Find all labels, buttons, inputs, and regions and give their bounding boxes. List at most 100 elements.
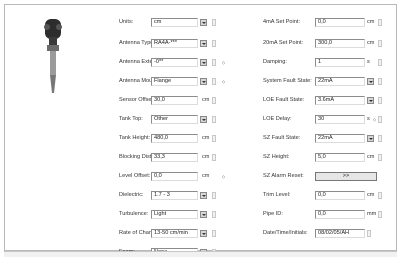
sz-fault-state-select[interactable]: 22mA: [315, 134, 365, 143]
unit-label: cm: [202, 135, 210, 141]
chevron-down-icon[interactable]: [200, 192, 207, 199]
unit-label: cm: [367, 40, 375, 46]
rate-of-change-select[interactable]: 13-50 cm/min: [151, 229, 198, 238]
sz-height-input[interactable]: 5,0: [315, 153, 365, 162]
tank-top-label: Tank Top:: [119, 116, 143, 122]
sensor-offset-spin: [212, 97, 216, 104]
loe-fault-state-label: LOE Fault State:: [263, 97, 305, 103]
unit-label: cm: [202, 173, 210, 179]
chevron-down-icon[interactable]: [200, 211, 207, 218]
date-time-initials-label: Date/Time/Initials:: [263, 230, 308, 236]
damping-row: Damping: 1 s: [263, 58, 388, 67]
tank-top-select[interactable]: Other: [151, 115, 198, 124]
rate-of-change-row: Rate of Change: 13-50 cm/min: [119, 229, 239, 238]
turbulence-label: Turbulence:: [119, 211, 149, 217]
trim-level-input[interactable]: 0,0: [315, 191, 365, 200]
unit-label: cm: [202, 154, 210, 160]
unit-label: cm: [367, 19, 375, 25]
chevron-down-icon[interactable]: [367, 97, 374, 104]
antenna-type-label: Antenna Type:: [119, 40, 155, 46]
loe-fault-state-row: LOE Fault State: 3.6mA: [263, 96, 388, 105]
pipe-id-input[interactable]: 0,0: [315, 210, 365, 219]
unit-label: cm: [202, 97, 210, 103]
loe-delay-spin: [378, 116, 382, 123]
config-panel: Units: cm Antenna Type: RA4A-*** Antenna…: [4, 4, 397, 257]
set-point-20ma-input[interactable]: 300,0: [315, 39, 365, 48]
turbulence-row: Turbulence: Light: [119, 210, 239, 219]
unit-label: s: [367, 116, 370, 122]
arrow-icon: ◇: [373, 117, 377, 122]
sensor-offset-row: Sensor Offset: 30,0 cm: [119, 96, 239, 105]
sz-alarm-reset-row: SZ Alarm Reset: >>: [263, 172, 388, 181]
arrow-icon: ◇: [222, 174, 226, 179]
date-time-initials-row: Date/Time/Initials: 08/02/05/AH: [263, 229, 388, 238]
unit-label: cm: [367, 192, 375, 198]
level-offset-label: Level Offset:: [119, 173, 151, 179]
set-point-4ma-label: 4mA Set Point:: [263, 19, 301, 25]
arrow-icon: ◇: [222, 79, 226, 84]
chevron-down-icon[interactable]: [367, 78, 374, 85]
chevron-down-icon[interactable]: [367, 135, 374, 142]
antenna-type-select[interactable]: RA4A-***: [151, 39, 198, 48]
units-spin: [212, 19, 216, 26]
blocking-distance-spin: [212, 154, 216, 161]
set-point-4ma-input[interactable]: 0,0: [315, 18, 365, 27]
antenna-mount-select[interactable]: Flange: [151, 77, 198, 86]
damping-label: Damping:: [263, 59, 287, 65]
pipe-id-label: Pipe ID:: [263, 211, 283, 217]
set-point-4ma-spin: [378, 19, 382, 26]
damping-input[interactable]: 1: [315, 58, 365, 67]
unit-label: cm: [367, 154, 375, 160]
tank-top-row: Tank Top: Other: [119, 115, 239, 124]
loe-fault-state-select[interactable]: 3.6mA: [315, 96, 365, 105]
sensor-offset-label: Sensor Offset:: [119, 97, 155, 103]
loe-delay-row: LOE Delay: 30 s ◇: [263, 115, 388, 124]
damping-spin: [378, 59, 382, 66]
antenna-type-spin: [212, 40, 216, 47]
system-fault-state-select[interactable]: 22mA: [315, 77, 365, 86]
turbulence-select[interactable]: Light: [151, 210, 198, 219]
chevron-down-icon[interactable]: [200, 78, 207, 85]
antenna-mount-row: Antenna Mount: Flange ◇: [119, 77, 239, 86]
set-point-20ma-row: 20mA Set Point: 300,0 cm: [263, 39, 388, 48]
rate-of-change-spin: [212, 230, 216, 237]
antenna-type-row: Antenna Type: RA4A-***: [119, 39, 239, 48]
units-row: Units: cm: [119, 18, 239, 27]
tank-height-label: Tank Height:: [119, 135, 151, 141]
level-offset-input[interactable]: 0,0: [151, 172, 198, 181]
units-select[interactable]: cm: [151, 18, 198, 27]
loe-delay-input[interactable]: 30: [315, 115, 365, 124]
set-point-4ma-row: 4mA Set Point: 0,0 cm: [263, 18, 388, 27]
dielectric-select[interactable]: 1.7 - 3: [151, 191, 198, 200]
loe-delay-label: LOE Delay:: [263, 116, 292, 122]
chevron-down-icon[interactable]: [200, 230, 207, 237]
system-fault-state-row: System Fault State: 22mA: [263, 77, 388, 86]
tank-height-input[interactable]: 480,0: [151, 134, 198, 143]
status-bar: [4, 251, 397, 257]
sz-alarm-reset-label: SZ Alarm Reset:: [263, 173, 304, 179]
sz-alarm-reset-button[interactable]: >>: [315, 172, 377, 181]
system-fault-state-spin: [378, 78, 382, 85]
chevron-down-icon[interactable]: [200, 59, 207, 66]
chevron-down-icon[interactable]: [200, 116, 207, 123]
dielectric-label: Dielectric:: [119, 192, 144, 198]
antenna-mount-spin: [212, 78, 216, 85]
chevron-down-icon[interactable]: [200, 40, 207, 47]
date-time-initials-input[interactable]: 08/02/05/AH: [315, 229, 365, 238]
sensor-offset-input[interactable]: 30,0: [151, 96, 198, 105]
set-point-20ma-spin: [378, 40, 382, 47]
tank-top-spin: [212, 116, 216, 123]
trim-level-spin: [378, 192, 382, 199]
sz-fault-state-spin: [378, 135, 382, 142]
unit-label: s: [367, 59, 370, 65]
antenna-extension-select[interactable]: -0**: [151, 58, 198, 67]
tank-height-spin: [212, 135, 216, 142]
pipe-id-spin: [378, 211, 382, 218]
sz-fault-state-label: SZ Fault State:: [263, 135, 301, 141]
radar-probe-icon: [44, 19, 62, 93]
sz-height-row: SZ Height: 5,0 cm: [263, 153, 388, 162]
trim-level-row: Trim Level: 0,0 cm: [263, 191, 388, 200]
chevron-down-icon[interactable]: [200, 19, 207, 26]
tank-height-row: Tank Height: 480,0 cm: [119, 134, 239, 143]
blocking-distance-input[interactable]: 33,3: [151, 153, 198, 162]
